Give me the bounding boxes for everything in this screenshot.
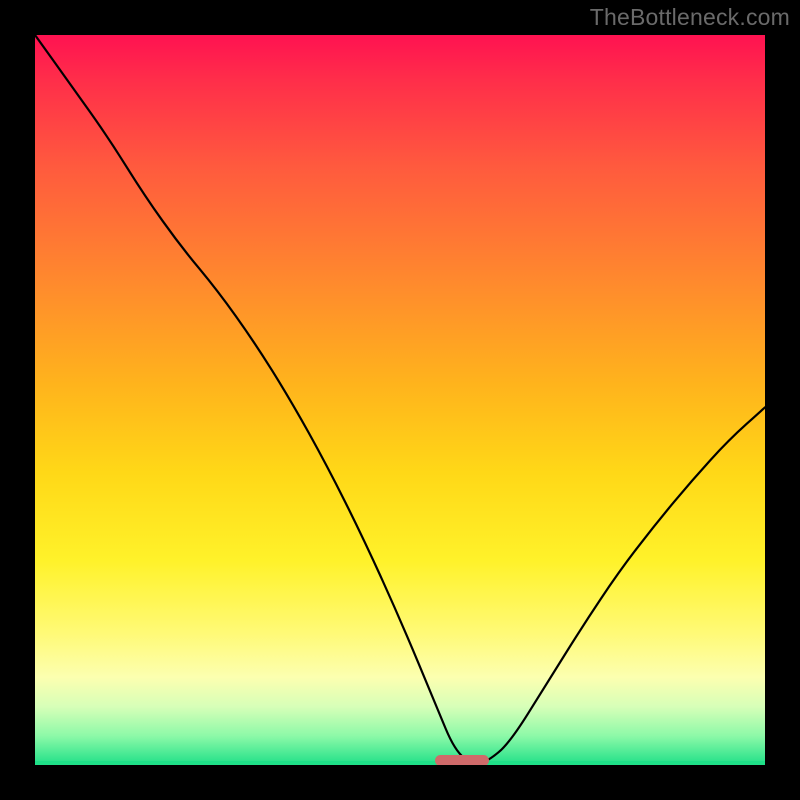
bottleneck-curve [35, 35, 765, 765]
plot-area [35, 35, 765, 765]
bottleneck-marker [435, 755, 490, 765]
chart-frame: TheBottleneck.com [0, 0, 800, 800]
curve-path [35, 35, 765, 764]
watermark-text: TheBottleneck.com [590, 4, 790, 31]
